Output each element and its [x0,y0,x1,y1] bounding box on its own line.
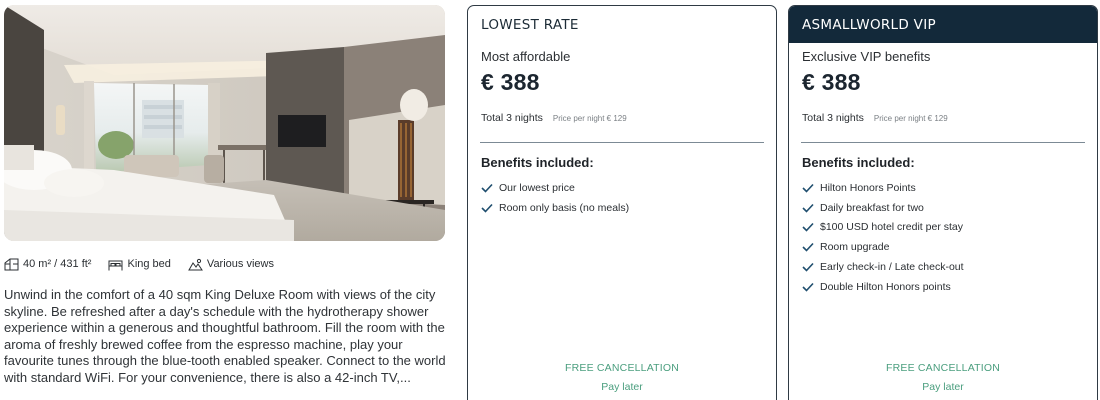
bed-type-feature: King bed [108,258,171,271]
rate-card-vip[interactable]: ASMALLWORLD VIP Exclusive VIP benefits €… [788,5,1098,400]
check-icon [802,203,814,213]
check-icon [481,183,493,193]
check-icon [802,243,814,252]
landscape-icon [188,258,203,270]
benefit-label: Double Hilton Honors points [820,280,951,293]
view-feature: Various views [188,258,274,271]
benefit-item: Our lowest price [481,178,776,198]
check-icon [802,223,814,233]
benefit-item: Room only basis (no meals) [481,198,776,218]
total-nights: Total 3 nights [802,112,864,124]
view-text: Various views [206,258,274,270]
room-features: 40 m² / 431 ft² King bed Various views [4,256,274,272]
check-icon [802,263,814,272]
check-icon [481,203,493,213]
rate-card-lowest[interactable]: LOWEST RATE Most affordable € 388 Total … [467,5,777,400]
pay-later-label: Pay later [601,381,643,393]
benefit-label: Daily breakfast for two [820,201,924,214]
room-size-text: 40 m² / 431 ft² [23,258,92,270]
benefits-list: Hilton Honors Points Daily breakfast for… [789,178,1097,297]
rate-price: € 388 [481,69,540,95]
benefit-label: $100 USD hotel credit per stay [820,221,963,234]
benefit-item: Room upgrade [802,237,1097,257]
room-size-feature: 40 m² / 431 ft² [4,258,91,271]
rate-total: Total 3 nights Price per night € 129 [789,112,1097,124]
benefits-title: Benefits included: [802,155,915,170]
card-footer: FREE CANCELLATION Pay later [789,362,1097,393]
check-icon [802,183,814,193]
benefit-label: Room upgrade [820,241,890,254]
pay-later-label: Pay later [922,381,964,393]
benefit-item: Hilton Honors Points [802,178,1097,198]
card-footer: FREE CANCELLATION Pay later [468,362,776,393]
benefit-item: Early check-in / Late check-out [802,257,1097,277]
benefit-label: Early check-in / Late check-out [820,261,964,274]
floor-plan-icon [4,258,19,270]
free-cancellation-label: FREE CANCELLATION [885,362,1001,374]
bed-type-text: King bed [127,258,171,270]
room-photo[interactable] [4,5,445,241]
benefit-item: Double Hilton Honors points [802,277,1097,297]
rate-title: LOWEST RATE [481,16,579,33]
total-nights: Total 3 nights [481,112,543,124]
bed-icon [108,260,123,270]
rate-total: Total 3 nights Price per night € 129 [468,112,776,124]
benefit-item: $100 USD hotel credit per stay [802,218,1097,238]
rate-title: ASMALLWORLD VIP [789,6,1097,43]
divider [480,142,764,143]
benefits-title: Benefits included: [481,155,594,170]
benefit-item: Daily breakfast for two [802,198,1097,218]
free-cancellation-label: FREE CANCELLATION [564,362,680,374]
benefit-label: Our lowest price [499,181,575,194]
rate-subtitle: Exclusive VIP benefits [802,49,931,64]
check-icon [802,282,814,292]
divider [801,142,1085,143]
rate-price: € 388 [802,69,861,95]
benefit-label: Hilton Honors Points [820,181,916,194]
price-per-night: Price per night € 129 [873,114,948,123]
benefits-list: Our lowest price Room only basis (no mea… [468,178,776,218]
price-per-night: Price per night € 129 [552,114,627,123]
benefit-label: Room only basis (no meals) [499,201,630,214]
rate-subtitle: Most affordable [481,49,571,64]
room-description: Unwind in the comfort of a 40 sqm King D… [4,287,446,385]
